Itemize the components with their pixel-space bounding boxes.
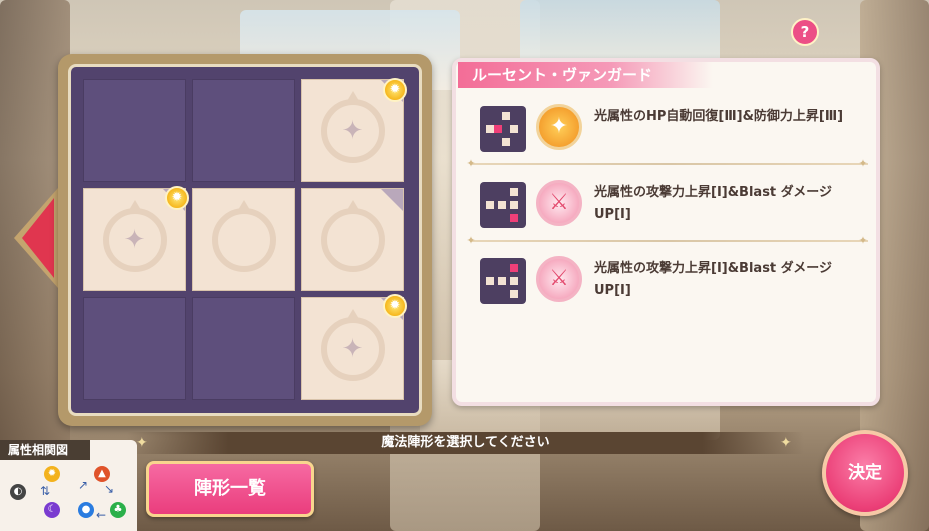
divider-star-icon: ✦ (858, 157, 868, 170)
divider-star-icon: ✦ (858, 234, 868, 247)
ability-row: ✦ 光属性のHP自動回復[Ⅲ]&防御力上昇[Ⅲ] (480, 104, 870, 154)
wood-attribute-icon: ♣ (110, 502, 126, 518)
dark-attribute-icon: ◐ (10, 484, 26, 500)
formation-slot-empty[interactable] (83, 79, 186, 182)
formation-title: ルーセント・ヴァンガード (458, 62, 713, 88)
ability-row: ⚔ 光属性の攻撃力上昇[Ⅰ]&Blast ダメージUP[Ⅰ] (480, 256, 870, 306)
sparkle-icon: ✦ (341, 115, 364, 146)
ability-row: ⚔ 光属性の攻撃力上昇[Ⅰ]&Blast ダメージUP[Ⅰ] (480, 180, 870, 230)
formation-slot-active[interactable] (301, 188, 404, 291)
light-attribute-badge-icon: ✹ (165, 186, 189, 210)
compass-emblem-icon (320, 199, 385, 272)
formation-slot-empty[interactable] (192, 79, 295, 182)
formation-list-button[interactable]: 陣形一覧 (146, 461, 314, 517)
pattern-grid-icon (480, 182, 526, 228)
fire-attribute-icon: ▲ (94, 466, 110, 482)
sparkle-icon: ✦ (123, 224, 146, 255)
pattern-cell (510, 264, 518, 272)
ability-text: 光属性の攻撃力上昇[Ⅰ]&Blast ダメージUP[Ⅰ] (594, 261, 833, 298)
light-attribute-badge-icon: ✹ (383, 78, 407, 102)
pattern-cell (502, 112, 510, 120)
cycle-arrow-icon: ⇅ (40, 484, 51, 498)
pattern-cell (486, 201, 494, 209)
light-attribute-badge-icon: ✹ (383, 294, 407, 318)
help-button[interactable]: ? (791, 18, 819, 46)
divider-star-icon: ✦ (466, 234, 476, 247)
pattern-cell (502, 138, 510, 146)
ability-text: 光属性の攻撃力上昇[Ⅰ]&Blast ダメージUP[Ⅰ] (594, 185, 833, 222)
attribute-chart-label: 属性相関図 (0, 440, 90, 460)
pattern-cell (510, 125, 518, 133)
dark-moon-attribute-icon: ☾ (44, 502, 60, 518)
divider-star-icon: ✦ (466, 157, 476, 170)
cycle-arrow-icon: ↘ (104, 482, 115, 496)
previous-arrow-icon[interactable] (22, 198, 54, 278)
formation-slot-center[interactable] (192, 188, 295, 291)
pattern-cell (494, 125, 502, 133)
cycle-arrow-icon: ↗ (78, 478, 89, 492)
pattern-cell (510, 188, 518, 196)
sword-attack-icon: ⚔ (536, 180, 582, 226)
cycle-arrow-icon: ← (96, 508, 107, 522)
pattern-cell (486, 277, 494, 285)
pattern-cell (498, 277, 506, 285)
pattern-grid-icon (480, 258, 526, 304)
ability-text: 光属性のHP自動回復[Ⅲ]&防御力上昇[Ⅲ] (594, 109, 844, 124)
pattern-cell (510, 277, 518, 285)
pattern-cell (486, 125, 494, 133)
formation-slot-empty[interactable] (83, 297, 186, 400)
divider (470, 240, 868, 242)
divider (470, 163, 868, 165)
pattern-grid-icon (480, 106, 526, 152)
sparkle-icon: ✦ (341, 333, 364, 364)
compass-emblem-icon (211, 199, 276, 272)
formation-slot-empty[interactable] (192, 297, 295, 400)
decide-button[interactable]: 決定 (822, 430, 908, 516)
pattern-cell (510, 290, 518, 298)
pattern-cell (510, 214, 518, 222)
sword-attack-icon: ⚔ (536, 256, 582, 302)
water-attribute-icon: ● (78, 502, 94, 518)
hint-text: 魔法陣形を選択してください (381, 435, 550, 450)
pattern-cell (498, 201, 506, 209)
tile-corner (381, 189, 403, 211)
pattern-cell (510, 201, 518, 209)
light-attribute-icon: ✹ (44, 466, 60, 482)
light-sparkle-icon: ✦ (536, 104, 582, 150)
